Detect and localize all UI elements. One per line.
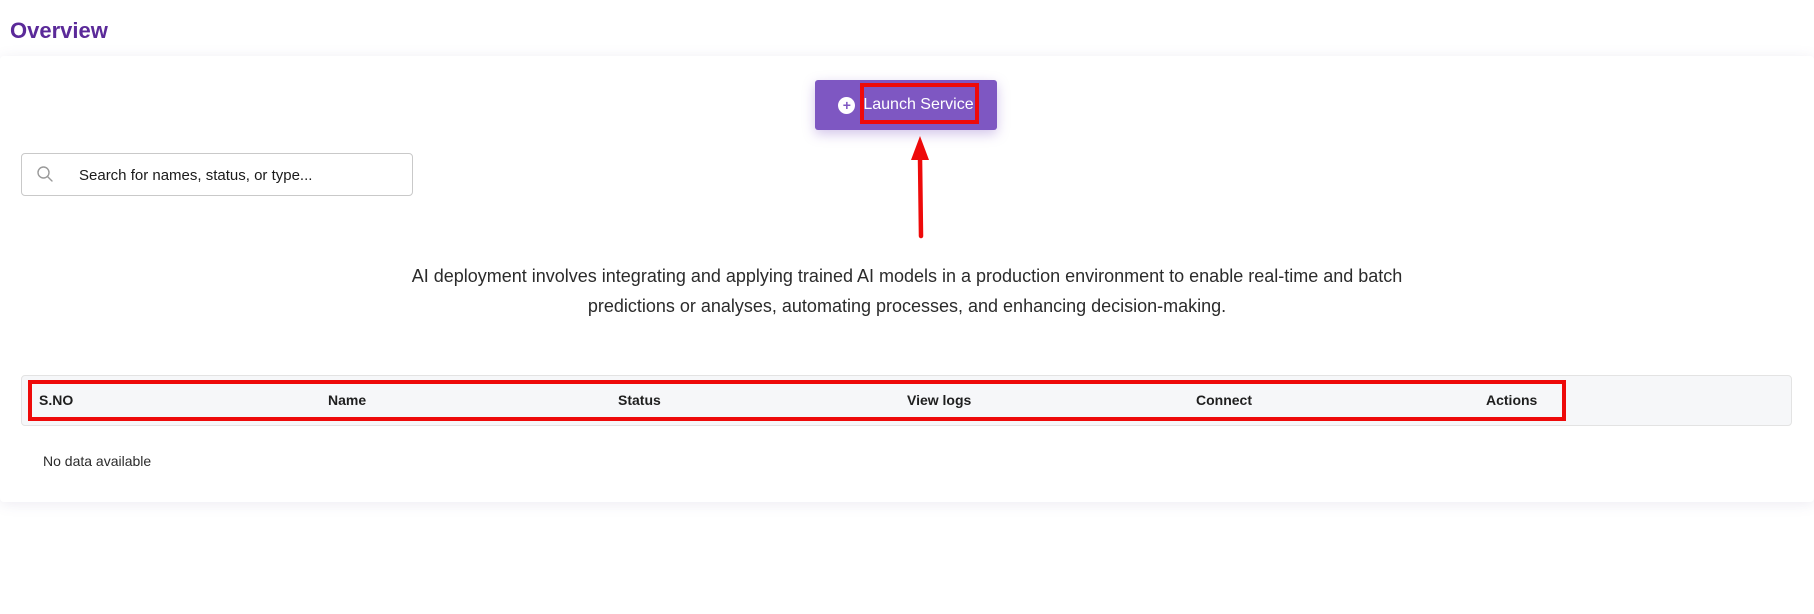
column-header-name: Name: [328, 392, 367, 408]
plus-circle-icon: +: [838, 96, 856, 114]
page-title: Overview: [10, 18, 108, 43]
launch-service-label: Launch Service: [863, 96, 974, 113]
services-card: + Launch Service AI deployment involves …: [0, 56, 1814, 502]
search-input[interactable]: [77, 154, 401, 197]
search-icon: [37, 166, 53, 182]
column-header-status: Status: [618, 392, 661, 408]
launch-service-button[interactable]: + Launch Service: [815, 80, 997, 130]
column-header-view-logs: View logs: [907, 392, 972, 408]
column-header-connect: Connect: [1196, 392, 1252, 408]
search-box[interactable]: [21, 153, 413, 197]
table-header: S.NO Name Status View logs Connect Actio…: [21, 375, 1792, 426]
intro-description: AI deployment involves integrating and a…: [411, 266, 1403, 316]
column-header-sno: S.NO: [39, 392, 74, 408]
page: Overview + Launch Service AI deployment …: [0, 0, 1814, 614]
empty-state-message: No data available: [43, 453, 152, 469]
annotation-arrow: [911, 136, 929, 239]
column-header-actions: Actions: [1486, 392, 1538, 408]
